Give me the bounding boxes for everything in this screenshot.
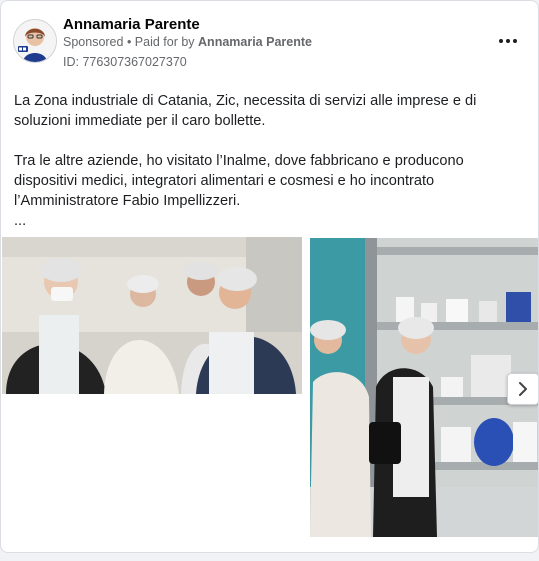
separator: •: [123, 35, 135, 49]
post-paragraph-2: Tra le altre aziende, ho visitato l’Inal…: [14, 153, 464, 209]
avatar-image: [14, 20, 56, 62]
more-options-button[interactable]: [495, 31, 521, 51]
photo-1[interactable]: [2, 237, 302, 394]
paid-for-prefix: Paid for by: [134, 35, 199, 49]
sponsored-label: Sponsored: [63, 35, 124, 49]
carousel-next-button[interactable]: [507, 373, 538, 405]
chevron-right-icon: [519, 382, 527, 396]
more-dot: [506, 39, 510, 43]
see-more-ellipsis[interactable]: ...: [14, 211, 529, 231]
photo-2[interactable]: [310, 238, 539, 537]
photo-carousel[interactable]: [1, 237, 539, 537]
more-horizontal-icon: [499, 39, 503, 43]
advertiser-name[interactable]: Annamaria Parente: [63, 16, 200, 33]
post-paragraph-1: La Zona industriale di Catania, Zic, nec…: [14, 93, 477, 129]
more-dot: [513, 39, 517, 43]
ad-id: ID: 776307367027370: [63, 55, 187, 69]
sponsored-line: Sponsored • Paid for by Annamaria Parent…: [63, 35, 312, 49]
advertiser-avatar[interactable]: [13, 19, 57, 63]
ad-card: Annamaria Parente Sponsored • Paid for b…: [0, 0, 539, 553]
post-body: La Zona industriale di Catania, Zic, nec…: [14, 91, 529, 231]
paid-for-name: Annamaria Parente: [198, 35, 312, 49]
